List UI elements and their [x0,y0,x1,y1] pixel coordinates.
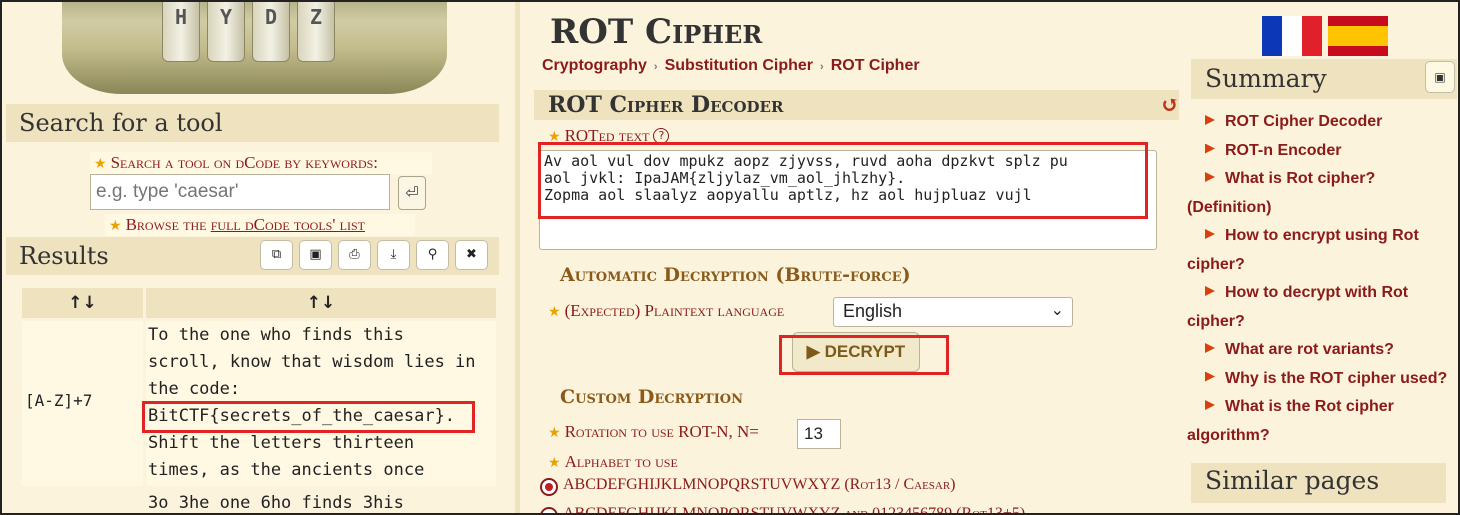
copy-icon[interactable]: ⧉ [260,240,293,270]
tool-search-input[interactable] [90,174,390,210]
breadcrumb-substitution[interactable]: Substitution Cipher [665,57,813,74]
print-icon[interactable]: ⎙ [338,240,371,270]
summary-link[interactable]: What is the Rot cipher algorithm? [1187,393,1458,450]
sort-key-header[interactable]: ↑↓ [22,288,143,318]
save-icon[interactable]: ▣ [299,240,332,270]
alphabet-option-2[interactable]: ABCDEFGHIJKLMNOPQRSTUVWXYZ and 012345678… [563,505,1025,513]
star-icon: ★ [94,156,107,172]
reset-icon[interactable]: ↺ [1161,90,1179,120]
bullet-icon [1205,371,1215,382]
results-toolbar: ⧉ ▣ ⎙ ⤓ ⚲ ✖ [260,240,488,270]
summary-list: ROT Cipher Decoder ROT-n Encoder What is… [1187,108,1458,450]
main-content: ROT Cipher Cryptography › Substitution Cip… [520,2,1187,513]
search-section-title: Search for a tool [6,104,499,142]
sort-result-header[interactable]: ↑↓ [146,288,496,318]
bullet-icon [1205,286,1215,296]
search-submit-button[interactable]: ⏎ [398,176,426,210]
collapse-icon[interactable]: ▣ [1425,61,1455,93]
highlight-box [779,335,949,375]
bullet-icon [1205,343,1215,353]
spanish-flag-icon[interactable] [1328,16,1388,56]
pin-icon[interactable]: ⚲ [416,240,449,270]
left-sidebar: H Y D Z Search for a tool ★ Search a tool… [2,2,507,513]
rotation-label: ★ Rotation to use ROT-N, N= [548,422,759,441]
logo-ring: D [252,2,290,62]
summary-title: Summary ▣ [1191,59,1457,99]
star-icon: ★ [548,304,561,320]
breadcrumb-cryptography[interactable]: Cryptography [542,57,647,74]
french-flag-icon[interactable] [1262,16,1322,56]
star-icon: ★ [548,455,561,471]
custom-decryption-title: Custom Decryption [560,386,744,408]
chevron-right-icon: › [820,61,824,73]
summary-link[interactable]: How to decrypt with Rot cipher? [1187,279,1458,336]
decoder-title: ROT Cipher Decoder ↺ [534,90,1179,120]
dcode-logo[interactable]: H Y D Z [2,2,507,102]
summary-link[interactable]: ROT Cipher Decoder [1205,108,1458,137]
highlight-box [142,401,475,433]
result-text: 3o 3he one 6ho finds 3his [148,493,404,513]
breadcrumb: Cryptography › Substitution Cipher › ROT Cip… [542,57,920,75]
bullet-icon [1205,229,1215,239]
chevron-right-icon: › [653,61,658,73]
brute-force-title: Automatic Decryption (Brute-force) [560,264,911,286]
chevron-down-icon: ⌄ [1050,302,1064,319]
star-icon: ★ [109,218,122,234]
alphabet-option-1[interactable]: ABCDEFGHIJKLMNOPQRSTUVWXYZ (Rot13 / Caes… [563,476,956,494]
alphabet-radio-2[interactable] [540,507,558,513]
summary-link[interactable]: How to encrypt using Rot cipher? [1187,222,1458,279]
alphabet-radio-1[interactable] [540,478,558,496]
enter-icon: ⏎ [405,183,419,202]
right-sidebar: Summary ▣ ROT Cipher Decoder ROT-n Encod… [1187,2,1458,513]
logo-ring: Z [297,2,335,62]
language-select[interactable]: English ⌄ [833,297,1073,327]
summary-link[interactable]: What is Rot cipher? (Definition) [1187,165,1458,222]
logo-ring: H [162,2,200,62]
summary-link[interactable]: What are rot variants? [1205,336,1458,365]
star-icon: ★ [548,425,561,441]
browse-tools-link[interactable]: ★ Browse the full dCode tools' list [105,214,415,236]
alphabet-label: ★ Alphabet to use [548,452,678,471]
bullet-icon [1205,143,1215,154]
summary-link[interactable]: Why is the ROT cipher used? [1205,365,1458,394]
download-icon[interactable]: ⤓ [377,240,410,270]
summary-link[interactable]: ROT-n Encoder [1205,137,1458,166]
highlight-box [538,142,1148,219]
logo-ring: Y [207,2,245,62]
bullet-icon [1205,400,1215,410]
bullet-icon [1205,172,1215,182]
full-list-link[interactable]: full dCode tools' list [211,215,365,234]
page-frame: H Y D Z Search for a tool ★ Search a tool… [0,0,1460,515]
page-title: ROT Cipher [550,12,763,52]
language-label: ★ (Expected) Plaintext language [548,301,785,320]
result-key: [A-Z]+7 [22,321,143,486]
rotation-input[interactable]: 13 [797,419,841,449]
close-icon[interactable]: ✖ [455,240,488,270]
search-label: ★ Search a tool on dCode by keywords: [90,152,432,174]
bullet-icon [1205,115,1215,125]
similar-pages-title: Similar pages [1191,463,1446,503]
breadcrumb-rot[interactable]: ROT Cipher [831,57,920,74]
